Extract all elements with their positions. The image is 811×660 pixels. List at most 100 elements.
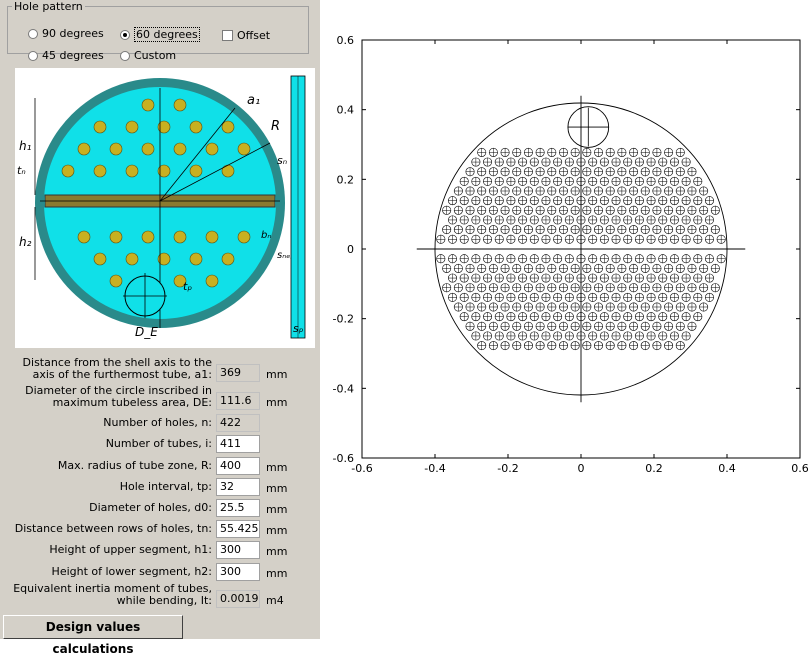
param-row: Distance from the shell axis to the axis… bbox=[0, 356, 320, 382]
x-tick-label: 0 bbox=[578, 462, 585, 475]
param-row: Height of lower segment, h2: 300 mm bbox=[0, 563, 320, 583]
param-unit: mm bbox=[266, 524, 288, 537]
param-row: Diameter of holes, d0: 25.5 mm bbox=[0, 499, 320, 519]
schema-hole bbox=[141, 98, 155, 112]
y-tick-label: 0 bbox=[347, 243, 354, 256]
radio-custom[interactable]: Custom bbox=[120, 49, 176, 62]
param-label: Number of holes, n: bbox=[103, 416, 212, 429]
x-tick-label: -0.2 bbox=[497, 462, 518, 475]
schema-hole bbox=[173, 142, 187, 156]
x-tick-label: 0.4 bbox=[718, 462, 736, 475]
param-unit: mm bbox=[266, 461, 288, 474]
schema-hole bbox=[125, 120, 139, 134]
radio-60-degrees-indicator[interactable] bbox=[120, 29, 130, 40]
radio-90-degrees[interactable]: 90 degrees bbox=[28, 27, 104, 40]
param-value-field[interactable]: 400 bbox=[216, 457, 260, 475]
label-bn: bₙ bbox=[261, 230, 271, 241]
label-R: R bbox=[271, 119, 280, 134]
param-label: Diameter of holes, d0: bbox=[89, 501, 212, 514]
radio-45-degrees[interactable]: 45 degrees bbox=[28, 49, 104, 62]
param-unit: mm bbox=[266, 567, 288, 580]
schema-hole bbox=[189, 120, 203, 134]
offset-checkbox[interactable]: Offset bbox=[222, 29, 270, 42]
offset-checkbox-box[interactable] bbox=[222, 30, 233, 41]
y-tick-label: -0.6 bbox=[333, 452, 354, 465]
schema-hole bbox=[205, 230, 219, 244]
schema-hole bbox=[189, 164, 203, 178]
param-row: Equivalent inertia moment of tubes, whil… bbox=[0, 582, 320, 608]
param-value-field[interactable]: 300 bbox=[216, 541, 260, 559]
schema-hole bbox=[221, 252, 235, 266]
schema-hole bbox=[237, 230, 251, 244]
param-label: Hole interval, tp: bbox=[119, 480, 212, 493]
schema-hole bbox=[93, 252, 107, 266]
tube-sheet-schema: a₁ R h₁ h₂ tₙ sₙ bₙ sₙₑₚ tₚ D_E sₚ bbox=[15, 68, 315, 348]
radio-60-degrees[interactable]: 60 degrees bbox=[120, 27, 200, 42]
param-value-field[interactable]: 32 bbox=[216, 478, 260, 496]
schema-hole bbox=[77, 142, 91, 156]
label-sp: sₚ bbox=[293, 322, 304, 335]
param-row: Hole interval, tp: 32 mm bbox=[0, 478, 320, 498]
label-tp: tₚ bbox=[183, 280, 192, 293]
schema-hole bbox=[141, 142, 155, 156]
radio-custom-indicator[interactable] bbox=[120, 50, 130, 61]
schema-hole bbox=[109, 274, 123, 288]
label-h2: h₂ bbox=[19, 235, 32, 249]
schema-hole bbox=[125, 252, 139, 266]
param-value-field[interactable]: 25.5 bbox=[216, 499, 260, 517]
param-value-field: 111.6 bbox=[216, 392, 260, 410]
param-unit: mm bbox=[266, 503, 288, 516]
param-unit: mm bbox=[266, 368, 288, 381]
label-DE: D_E bbox=[135, 325, 158, 339]
param-label: Equivalent inertia moment of tubes, whil… bbox=[13, 582, 212, 607]
param-row: Max. radius of tube zone, R: 400 mm bbox=[0, 457, 320, 477]
param-label: Distance from the shell axis to the axis… bbox=[22, 356, 212, 381]
y-tick-label: 0.4 bbox=[337, 104, 355, 117]
x-tick-label: 0.6 bbox=[791, 462, 809, 475]
schema-hole bbox=[205, 274, 219, 288]
x-tick-label: -0.4 bbox=[424, 462, 445, 475]
schema-hole bbox=[141, 230, 155, 244]
schema-hole bbox=[93, 120, 107, 134]
tube-layout-plot: -0.6 -0.4 -0.2 0 0.2 0.4 0.6 0.6 0.4 0.2 0 -0.2 -0.4… bbox=[333, 34, 809, 475]
param-unit: m4 bbox=[266, 594, 284, 607]
y-tick-label: 0.6 bbox=[337, 34, 355, 47]
schema-hole bbox=[61, 164, 75, 178]
schema-hole bbox=[93, 164, 107, 178]
radio-custom-label: Custom bbox=[134, 49, 177, 62]
schema-hole bbox=[173, 230, 187, 244]
design-calculations-button[interactable]: Design values calculations bbox=[3, 615, 183, 656]
label-tn: tₙ bbox=[17, 164, 26, 177]
y-tick-label: -0.2 bbox=[333, 313, 354, 326]
x-tick-label: -0.6 bbox=[351, 462, 372, 475]
param-unit: mm bbox=[266, 482, 288, 495]
layout-plot-panel: -0.6 -0.4 -0.2 0 0.2 0.4 0.6 0.6 0.4 0.2 0 -0.2 -0.4… bbox=[320, 0, 811, 639]
y-tick-label: 0.2 bbox=[337, 173, 355, 186]
hole-pattern-group: Hole pattern 90 degrees 60 degrees 45 de… bbox=[7, 0, 309, 62]
param-row: Number of tubes, i: 411 bbox=[0, 435, 320, 455]
radio-90-degrees-indicator[interactable] bbox=[28, 28, 38, 39]
param-label: Max. radius of tube zone, R: bbox=[57, 459, 212, 472]
schema-hole bbox=[221, 120, 235, 134]
param-row: Number of holes, n: 422 bbox=[0, 414, 320, 434]
schema-hole bbox=[109, 142, 123, 156]
schema-hole bbox=[109, 230, 123, 244]
param-unit: mm bbox=[266, 396, 288, 409]
param-value-field: 369 bbox=[216, 364, 260, 382]
hole-pattern-title: Hole pattern bbox=[14, 0, 83, 13]
param-value-field[interactable]: 55.4256 bbox=[216, 520, 260, 538]
param-label: Distance between rows of holes, tn: bbox=[14, 522, 212, 535]
param-label: Height of lower segment, h2: bbox=[51, 565, 212, 578]
param-row: Diameter of the circle inscribed in maxi… bbox=[0, 385, 320, 410]
param-row: Distance between rows of holes, tn: 55.42… bbox=[0, 520, 320, 540]
param-unit: mm bbox=[266, 545, 288, 558]
param-value-field[interactable]: 300 bbox=[216, 563, 260, 581]
schema-hole bbox=[221, 164, 235, 178]
label-h1: h₁ bbox=[19, 139, 32, 153]
x-tick-label: 0.2 bbox=[645, 462, 663, 475]
label-a1: a₁ bbox=[247, 93, 260, 108]
schema-hole bbox=[173, 98, 187, 112]
schema-hole bbox=[205, 142, 219, 156]
param-value-field[interactable]: 411 bbox=[216, 435, 260, 453]
radio-45-degrees-indicator[interactable] bbox=[28, 50, 38, 61]
